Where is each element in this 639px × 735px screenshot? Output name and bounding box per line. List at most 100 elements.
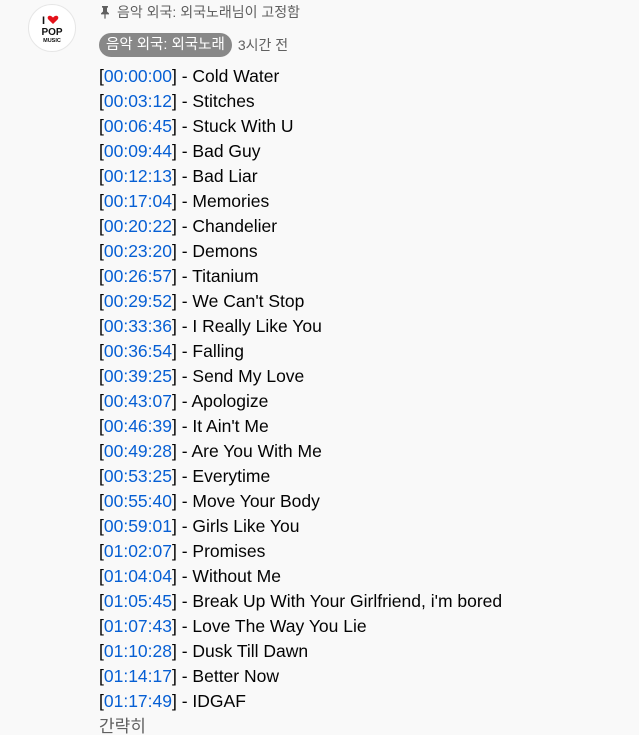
track-row: [01:14:17] - Better Now [99,664,502,689]
bracket-close-separator: ] - [172,141,193,161]
bracket-close-separator: ] - [172,91,193,111]
timestamp-link[interactable]: 00:46:39 [104,416,172,436]
track-row: [00:43:07] - Apologize [99,389,502,414]
track-row: [00:36:54] - Falling [99,339,502,364]
timestamp-link[interactable]: 00:39:25 [104,366,172,386]
timestamp-link[interactable]: 00:36:54 [104,341,172,361]
timestamp-link[interactable]: 00:26:57 [104,266,172,286]
track-title: I Really Like You [192,316,322,336]
track-row: [00:12:13] - Bad Liar [99,164,502,189]
timestamp-link[interactable]: 00:06:45 [104,116,172,136]
pinned-comment: I POP MUSIC 음악 외국: 외국노래님이 고정함 음악 외국: 외국노… [0,0,639,735]
bracket-close-separator: ] - [172,416,193,436]
track-title: Dusk Till Dawn [192,641,309,661]
logo-text-music: MUSIC [43,38,61,44]
track-row: [00:39:25] - Send My Love [99,364,502,389]
track-title: Cold Water [192,66,280,86]
track-row: [01:02:07] - Promises [99,539,502,564]
track-row: [00:29:52] - We Can't Stop [99,289,502,314]
bracket-close-separator: ] - [172,191,193,211]
track-title: Stitches [192,91,255,111]
track-title: Move Your Body [192,491,320,511]
bracket-close-separator: ] - [172,491,193,511]
bracket-close-separator: ] - [172,66,193,86]
timestamp-link[interactable]: 00:55:40 [104,491,172,511]
track-row: [00:09:44] - Bad Guy [99,139,502,164]
timestamp-link[interactable]: 01:17:49 [104,691,172,711]
track-title: Promises [192,541,266,561]
timestamp-link[interactable]: 01:05:45 [104,591,172,611]
timestamp-link[interactable]: 00:43:07 [104,391,172,411]
bracket-close-separator: ] - [172,466,193,486]
bracket-close-separator: ] - [172,691,193,711]
bracket-close-separator: ] - [172,666,193,686]
bracket-close-separator: ] - [172,241,193,261]
track-title: Titanium [192,266,259,286]
timestamp-link[interactable]: 00:17:04 [104,191,172,211]
track-row: [01:05:45] - Break Up With Your Girlfrie… [99,589,502,614]
track-title: Without Me [192,566,281,586]
timestamp-link[interactable]: 00:00:00 [104,66,172,86]
track-row: [01:07:43] - Love The Way You Lie [99,614,502,639]
comment-timestamp[interactable]: 3시간 전 [238,35,288,55]
track-row: [00:55:40] - Move Your Body [99,489,502,514]
tracklist: [00:00:00] - Cold Water [00:03:12] - Stit… [99,64,502,714]
pin-icon [99,5,111,19]
timestamp-link[interactable]: 00:23:20 [104,241,172,261]
track-title: Everytime [192,466,271,486]
bracket-close-separator: ] - [172,616,193,636]
bracket-close-separator: ] - [172,341,193,361]
track-row: [00:49:28] - Are You With Me [99,439,502,464]
track-title: IDGAF [192,691,246,711]
track-title: Falling [192,341,244,361]
timestamp-link[interactable]: 00:12:13 [104,166,172,186]
track-title: Bad Liar [192,166,258,186]
track-title: Send My Love [192,366,305,386]
track-row: [00:23:20] - Demons [99,239,502,264]
track-row: [00:46:39] - It Ain't Me [99,414,502,439]
logo-text-i: I [42,15,45,27]
track-row: [00:00:00] - Cold Water [99,64,502,89]
bracket-close-separator: ] - [172,391,192,411]
track-row: [01:10:28] - Dusk Till Dawn [99,639,502,664]
bracket-close-separator: ] - [172,516,193,536]
track-title: Girls Like You [192,516,300,536]
track-row: [00:20:22] - Chandelier [99,214,502,239]
track-row: [00:03:12] - Stitches [99,89,502,114]
pinned-label: 음악 외국: 외국노래님이 고정함 [117,4,300,20]
track-title: Love The Way You Lie [192,616,367,636]
track-title: Demons [192,241,258,261]
timestamp-link[interactable]: 00:59:01 [104,516,172,536]
timestamp-link[interactable]: 01:07:43 [104,616,172,636]
track-title: We Can't Stop [192,291,305,311]
track-title: Stuck With U [192,116,294,136]
bracket-close-separator: ] - [172,566,193,586]
heart-icon [47,15,59,24]
timestamp-link[interactable]: 00:09:44 [104,141,172,161]
track-title: It Ain't Me [192,416,269,436]
timestamp-link[interactable]: 01:10:28 [104,641,172,661]
i-love-pop-music-logo: I POP MUSIC [41,15,62,44]
author-name-badge[interactable]: 음악 외국: 외국노래 [99,33,232,57]
show-less-button[interactable]: 간략히 [99,715,146,735]
track-row: [00:17:04] - Memories [99,189,502,214]
bracket-close-separator: ] - [172,166,193,186]
timestamp-link[interactable]: 00:03:12 [104,91,172,111]
timestamp-link[interactable]: 00:33:36 [104,316,172,336]
bracket-close-separator: ] - [172,541,193,561]
bracket-close-separator: ] - [172,366,193,386]
track-row: [01:04:04] - Without Me [99,564,502,589]
timestamp-link[interactable]: 00:49:28 [104,441,172,461]
timestamp-link[interactable]: 00:53:25 [104,466,172,486]
timestamp-link[interactable]: 00:29:52 [104,291,172,311]
logo-text-pop: POP [41,27,62,38]
timestamp-link[interactable]: 00:20:22 [104,216,172,236]
track-title: Better Now [192,666,279,686]
channel-avatar[interactable]: I POP MUSIC [28,4,76,52]
timestamp-link[interactable]: 01:02:07 [104,541,172,561]
comment-header: 음악 외국: 외국노래 3시간 전 [99,33,288,57]
timestamp-link[interactable]: 01:04:04 [104,566,172,586]
bracket-close-separator: ] - [172,441,192,461]
timestamp-link[interactable]: 01:14:17 [104,666,172,686]
track-row: [00:33:36] - I Really Like You [99,314,502,339]
